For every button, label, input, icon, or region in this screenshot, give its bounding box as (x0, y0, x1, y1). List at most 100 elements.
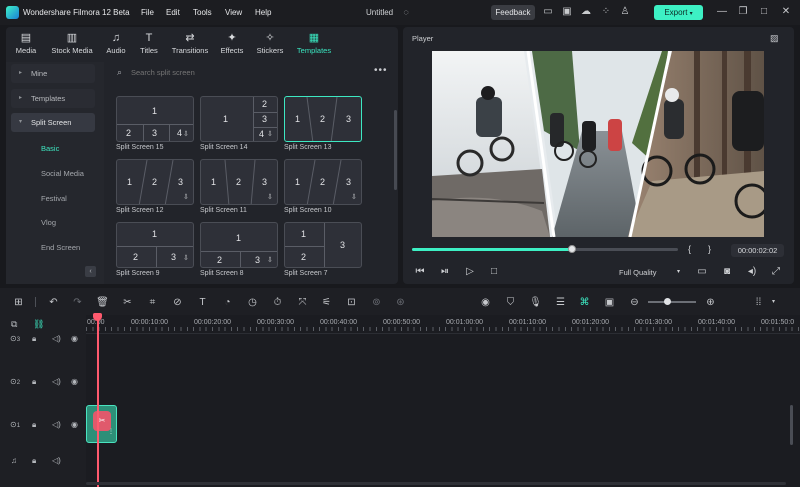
sidebar-item-templates[interactable]: ▸ Templates (11, 89, 95, 108)
tab-stickers[interactable]: ✧ Stickers (250, 32, 290, 55)
search-input[interactable] (131, 65, 351, 80)
minimize-icon[interactable]: — (716, 6, 728, 18)
export-button[interactable]: Export ▾ (654, 5, 703, 20)
speaker-icon[interactable]: ◁) (52, 420, 61, 430)
sidebar-sub-social-media[interactable]: Social Media (41, 169, 84, 178)
shield-marker-icon[interactable]: ⛉ (504, 296, 517, 309)
sidebar-sub-end-screen[interactable]: End Screen (41, 243, 80, 252)
playhead-knob[interactable] (567, 245, 576, 253)
lock-icon[interactable]: 🔒︎ (32, 334, 36, 344)
tab-transitions[interactable]: ⇄ Transitions (170, 32, 210, 55)
monitor-icon[interactable]: ▭ (542, 6, 554, 18)
restore-icon[interactable]: ❐ (737, 6, 749, 18)
snapshot-camera-icon[interactable]: ◙ (721, 266, 733, 278)
quality-select[interactable]: Full Quality ▾ (619, 266, 685, 279)
grid-layout-icon[interactable]: ⁞⁞ (752, 296, 765, 309)
render-icon[interactable]: ◉ (479, 296, 492, 309)
cut-icon[interactable]: ✂ (121, 296, 134, 309)
eye-icon[interactable]: ◉ (71, 420, 78, 430)
delete-icon[interactable]: 🗑 (96, 296, 109, 309)
zoom-slider-knob[interactable] (664, 298, 671, 305)
transform-icon[interactable]: ⤧ (296, 296, 309, 309)
step-play-icon[interactable]: ⏯ (439, 266, 451, 278)
speaker-icon[interactable]: ◁) (52, 377, 61, 387)
lock-icon[interactable]: 🔒︎ (32, 420, 36, 430)
speaker-icon[interactable]: ◁) (52, 334, 61, 344)
crop-icon[interactable]: ⌗ (146, 296, 159, 309)
menu-edit[interactable]: Edit (166, 8, 180, 17)
template-card-split-screen-12[interactable]: 1 2 3 ⇩ (116, 159, 194, 205)
template-card-split-screen-11[interactable]: 1 2 3 ⇩ (200, 159, 278, 205)
menu-view[interactable]: View (225, 8, 242, 17)
download-icon[interactable]: ⇩ (267, 256, 273, 264)
sidebar-item-mine[interactable]: ▸ Mine (11, 64, 95, 83)
eye-icon[interactable]: ◉ (71, 377, 78, 387)
timer-icon[interactable]: ⏱ (271, 296, 284, 309)
sidebar-sub-basic[interactable]: Basic (41, 144, 59, 153)
zoom-slider[interactable] (648, 298, 696, 305)
playback-progress-track[interactable] (412, 245, 678, 253)
tab-effects[interactable]: ✦ Effects (212, 32, 252, 55)
text-icon[interactable]: T (196, 296, 209, 309)
download-icon[interactable]: ⇩ (351, 193, 357, 201)
video-preview[interactable] (432, 51, 764, 237)
lock-icon[interactable]: 🔒︎ (32, 456, 36, 466)
layout-grid-icon[interactable]: ⊞ (12, 296, 25, 309)
add-track-icon[interactable]: ⧉ (11, 319, 17, 330)
download-icon[interactable]: ⇩ (183, 130, 189, 138)
collapse-sidebar-icon[interactable]: ‹ (85, 266, 96, 277)
subtitle-icon[interactable]: ▣ (603, 296, 616, 309)
chevron-down-icon[interactable]: ▾ (767, 296, 780, 309)
fullscreen-icon[interactable]: ⤢ (770, 266, 782, 278)
speed-icon[interactable]: ◷ (246, 296, 259, 309)
template-card-split-screen-10[interactable]: 1 2 3 ⇩ (284, 159, 362, 205)
timeline-playhead[interactable] (97, 314, 99, 487)
timeline-horizontal-scrollbar[interactable] (86, 482, 786, 485)
menu-tools[interactable]: Tools (193, 8, 212, 17)
voiceover-list-icon[interactable]: ☰ (554, 296, 567, 309)
mark-in-icon[interactable]: { (688, 244, 691, 254)
more-options-icon[interactable]: ••• (374, 65, 388, 76)
tab-media[interactable]: ▤ Media (6, 32, 46, 55)
download-icon[interactable]: ⇩ (183, 193, 189, 201)
close-icon[interactable]: ✕ (780, 6, 792, 18)
motion-track-icon[interactable]: ⊚ (370, 296, 383, 309)
download-icon[interactable]: ⇩ (267, 130, 273, 138)
download-icon[interactable]: ⇩ (267, 193, 273, 201)
template-card-split-screen-13[interactable]: 1 2 3 (284, 96, 362, 142)
feedback-button[interactable]: Feedback (491, 5, 535, 20)
clip-handle-icon[interactable]: ⋮ (108, 428, 114, 435)
snap-magnet-icon[interactable]: ⌘ (578, 296, 591, 309)
timeline-vertical-scrollbar[interactable] (790, 405, 793, 445)
stabilize-icon[interactable]: ⊛ (394, 296, 407, 309)
save-icon[interactable]: ▣ (561, 6, 573, 18)
maximize-icon[interactable]: □ (758, 6, 770, 18)
template-card-split-screen-15[interactable]: 1 2 3 4 ⇩ (116, 96, 194, 142)
zoom-out-icon[interactable]: ⊖ (628, 296, 641, 309)
timeline-clip[interactable]: ✂ ⋮ (86, 405, 117, 443)
template-card-split-screen-9[interactable]: 1 2 3 ⇩ (116, 222, 194, 268)
template-card-split-screen-7[interactable]: 1 2 3 (284, 222, 362, 268)
menu-help[interactable]: Help (255, 8, 271, 17)
lock-icon[interactable]: 🔒︎ (32, 377, 36, 387)
undo-icon[interactable]: ↶ (47, 296, 60, 309)
mark-out-icon[interactable]: } (708, 244, 711, 254)
sidebar-sub-festival[interactable]: Festival (41, 194, 67, 203)
library-scrollbar[interactable] (394, 110, 397, 190)
tab-stock-media[interactable]: ▥ Stock Media (51, 32, 93, 55)
play-icon[interactable]: ▷ (464, 266, 476, 278)
template-card-split-screen-8[interactable]: 1 2 3 ⇩ (200, 222, 278, 268)
speaker-icon[interactable]: ◁) (52, 456, 61, 466)
display-settings-icon[interactable]: ▭ (696, 266, 708, 278)
apps-grid-icon[interactable]: ⁘ (600, 6, 612, 18)
sidebar-sub-vlog[interactable]: Vlog (41, 218, 56, 227)
eye-icon[interactable]: ◉ (71, 334, 78, 344)
sidebar-item-split-screen[interactable]: ▾ Split Screen (11, 113, 95, 132)
tab-templates[interactable]: ▦ Templates (294, 32, 334, 55)
fit-icon[interactable]: ⊡ (345, 296, 358, 309)
menu-file[interactable]: File (141, 8, 154, 17)
adjust-sliders-icon[interactable]: ⚟ (320, 296, 333, 309)
link-icon[interactable]: ⛓ (33, 319, 44, 330)
account-icon[interactable]: ♙ (619, 6, 631, 18)
color-palette-icon[interactable]: ◔ (221, 296, 234, 309)
